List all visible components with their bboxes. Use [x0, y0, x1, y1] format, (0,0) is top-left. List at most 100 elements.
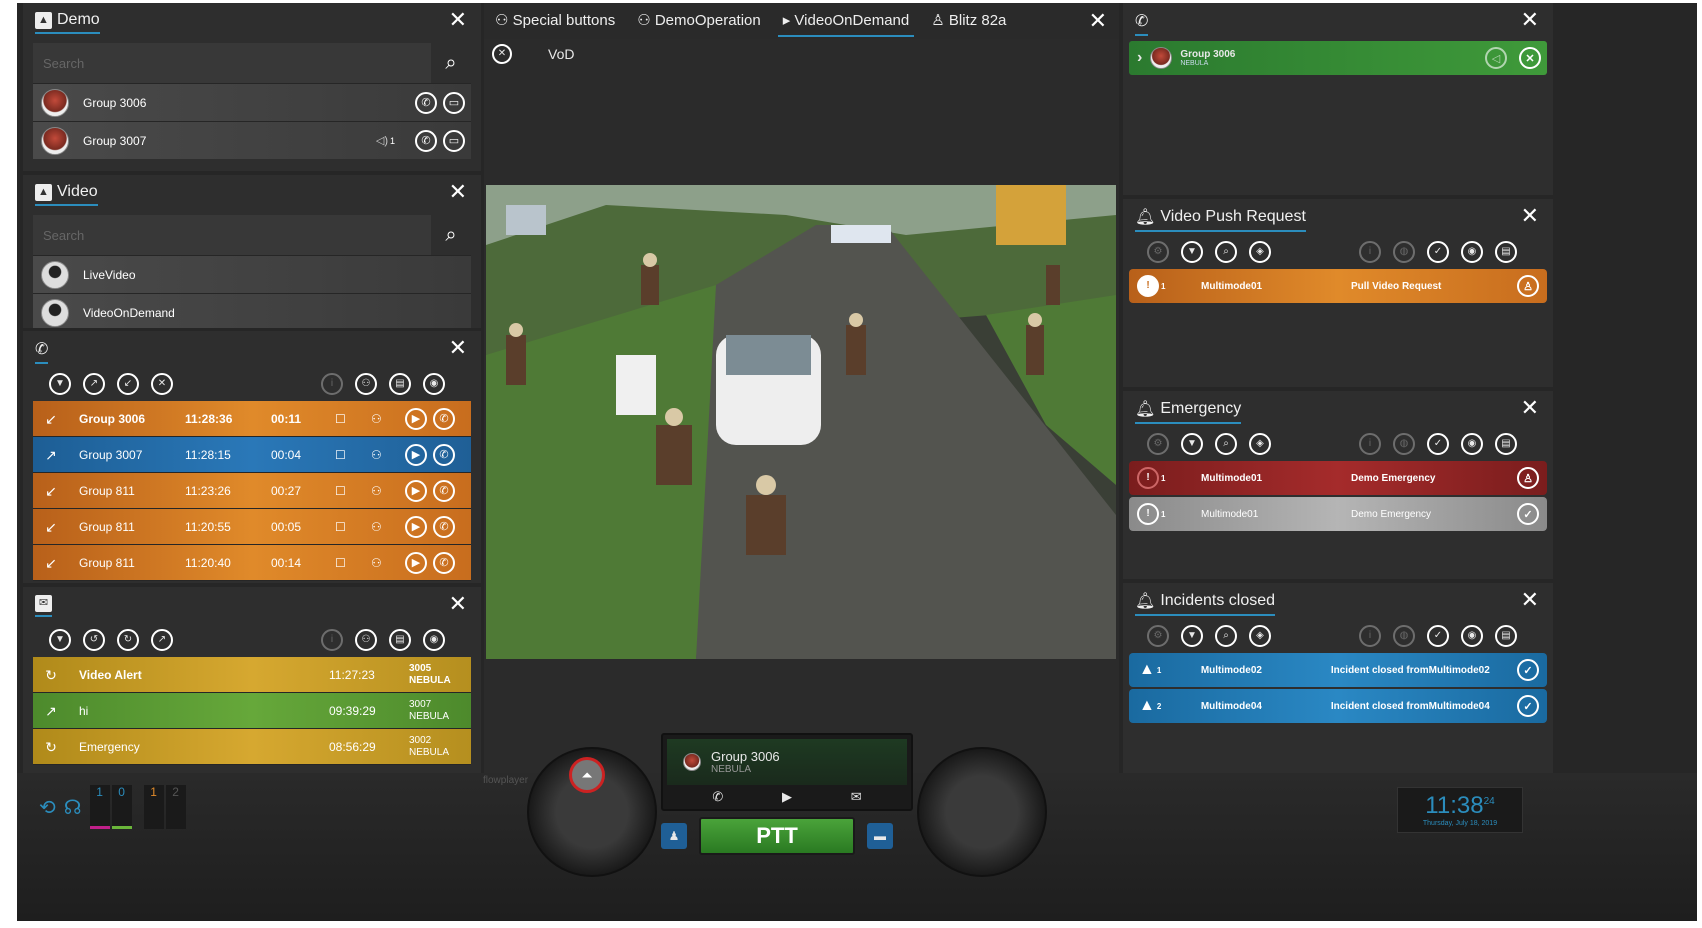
outgoing-filter-icon[interactable]: ↗: [83, 373, 105, 395]
view-icon[interactable]: ◉: [1461, 433, 1483, 455]
acknowledge-icon[interactable]: ✓: [1427, 433, 1449, 455]
tab-video-on-demand[interactable]: ▸ VideoOnDemand: [772, 3, 921, 39]
right-knob[interactable]: [917, 747, 1047, 877]
incoming-filter-icon[interactable]: ↙: [117, 373, 139, 395]
checkbox-icon[interactable]: ☐: [335, 412, 371, 426]
acknowledge-icon[interactable]: ✓: [1427, 241, 1449, 263]
mail-icon[interactable]: ✉: [851, 789, 862, 805]
archive-icon[interactable]: ▤: [1495, 625, 1517, 647]
close-circle-icon[interactable]: ✕: [492, 44, 512, 64]
phone-icon[interactable]: ✆: [712, 789, 723, 805]
search-icon[interactable]: ⌕: [1215, 625, 1237, 647]
list-item[interactable]: LiveVideo: [33, 255, 471, 293]
message-row[interactable]: ↻ Video Alert 11:27:23 3005 NEBULA: [33, 657, 471, 693]
archive-icon[interactable]: ▤: [389, 373, 411, 395]
view-icon[interactable]: ◉: [423, 629, 445, 651]
settings-icon[interactable]: ⚙: [1147, 241, 1169, 263]
chevron-right-icon[interactable]: ›: [1137, 49, 1142, 67]
search-input[interactable]: [33, 43, 419, 83]
play-icon[interactable]: ▶: [405, 407, 427, 430]
group-filter-icon[interactable]: ⚇: [355, 629, 377, 651]
video-player[interactable]: [486, 185, 1116, 659]
checkbox-icon[interactable]: ☐: [335, 484, 371, 498]
sent-filter-icon[interactable]: ↺: [83, 629, 105, 651]
alarm-icon[interactable]: ◈: [1249, 625, 1271, 647]
call-icon[interactable]: ✆: [433, 551, 455, 574]
filter-icon[interactable]: ▼: [1181, 241, 1203, 263]
volume-dial[interactable]: ⏶: [569, 757, 605, 793]
right-chat-button[interactable]: ▬: [867, 823, 893, 849]
message-row[interactable]: ↗ hi 09:39:29 3007 NEBULA: [33, 693, 471, 729]
ptt-button[interactable]: PTT: [699, 817, 855, 855]
tab-demo-operation[interactable]: ⚇ DemoOperation: [626, 3, 772, 39]
assign-icon[interactable]: ♙: [1517, 275, 1539, 297]
close-icon[interactable]: ✕: [1521, 589, 1539, 611]
acknowledge-icon[interactable]: ✓: [1517, 659, 1539, 681]
info-icon[interactable]: i: [321, 373, 343, 395]
filter-icon[interactable]: ▼: [1181, 625, 1203, 647]
lock-icon[interactable]: ◍: [1393, 433, 1415, 455]
call-row[interactable]: ↗ Group 3007 11:28:15 00:04 ☐ ⚇ ▶ ✆: [33, 437, 471, 473]
list-item[interactable]: Group 3006 ✆ ▭: [33, 83, 471, 121]
tab-blitz-82a[interactable]: ♙ Blitz 82a: [920, 3, 1017, 39]
view-icon[interactable]: ◉: [1461, 241, 1483, 263]
alarm-row[interactable]: ! 1 Multimode01 Demo Emergency ✓: [1129, 497, 1547, 531]
checkbox-icon[interactable]: ☐: [335, 520, 371, 534]
call-icon[interactable]: ✆: [433, 443, 455, 466]
play-icon[interactable]: ▶: [782, 789, 792, 805]
view-icon[interactable]: ◉: [1461, 625, 1483, 647]
alarm-icon[interactable]: ◈: [1249, 241, 1271, 263]
outgoing-filter-icon[interactable]: ↗: [151, 629, 173, 651]
filter-icon[interactable]: ▼: [49, 373, 71, 395]
info-icon[interactable]: i: [1359, 433, 1381, 455]
acknowledge-icon[interactable]: ✓: [1427, 625, 1449, 647]
message-row[interactable]: ↻ Emergency 08:56:29 3002 NEBULA: [33, 729, 471, 765]
acknowledge-icon[interactable]: ✓: [1517, 503, 1539, 525]
close-icon[interactable]: ✕: [449, 593, 467, 615]
play-icon[interactable]: ▶: [405, 443, 427, 466]
active-call-row[interactable]: › Group 3006 NEBULA ◁ ✕: [1129, 41, 1547, 75]
info-icon[interactable]: i: [321, 629, 343, 651]
close-icon[interactable]: ✕: [1521, 9, 1539, 31]
assign-icon[interactable]: ♙: [1517, 467, 1539, 489]
call-icon[interactable]: ✆: [415, 129, 437, 152]
call-row[interactable]: ↙ Group 3006 11:28:36 00:11 ☐ ⚇ ▶ ✆: [33, 401, 471, 437]
info-icon[interactable]: i: [1359, 241, 1381, 263]
call-row[interactable]: ↙ Group 811 11:20:40 00:14 ☐ ⚇ ▶ ✆: [33, 545, 471, 581]
filter-icon[interactable]: ▼: [1181, 433, 1203, 455]
headphones-icon[interactable]: ☊: [64, 795, 82, 820]
call-row[interactable]: ↙ Group 811 11:23:26 00:27 ☐ ⚇ ▶ ✆: [33, 473, 471, 509]
lock-icon[interactable]: ◍: [1393, 241, 1415, 263]
settings-icon[interactable]: ⚙: [1147, 625, 1169, 647]
received-filter-icon[interactable]: ↻: [117, 629, 139, 651]
call-icon[interactable]: ✆: [433, 515, 455, 538]
info-icon[interactable]: i: [1359, 625, 1381, 647]
search-icon[interactable]: ⌕: [431, 215, 471, 255]
group-filter-icon[interactable]: ⚇: [355, 373, 377, 395]
checkbox-icon[interactable]: ☐: [335, 448, 371, 462]
filter-icon[interactable]: ▼: [49, 629, 71, 651]
hangup-icon[interactable]: ✕: [1519, 47, 1541, 69]
archive-icon[interactable]: ▤: [1495, 433, 1517, 455]
search-icon[interactable]: ⌕: [431, 43, 471, 83]
list-item[interactable]: Group 3007 ◁) 1 ✆ ▭: [33, 121, 471, 159]
alarm-row[interactable]: ▲ 1 Multimode02 Incident closed fromMult…: [1129, 653, 1547, 687]
chat-icon[interactable]: ▭: [443, 91, 465, 114]
call-icon[interactable]: ✆: [433, 407, 455, 430]
alarm-row[interactable]: ▲ 2 Multimode04 Incident closed fromMult…: [1129, 689, 1547, 723]
search-icon[interactable]: ⌕: [1215, 241, 1237, 263]
alarm-row[interactable]: ! 1 Multimode01 Pull Video Request ♙: [1129, 269, 1547, 303]
missed-filter-icon[interactable]: ✕: [151, 373, 173, 395]
left-user-button[interactable]: ♟: [661, 823, 687, 849]
lock-icon[interactable]: ◍: [1393, 625, 1415, 647]
call-row[interactable]: ↙ Group 811 11:20:55 00:05 ☐ ⚇ ▶ ✆: [33, 509, 471, 545]
close-icon[interactable]: ✕: [1521, 397, 1539, 419]
acknowledge-icon[interactable]: ✓: [1517, 695, 1539, 717]
archive-icon[interactable]: ▤: [1495, 241, 1517, 263]
close-icon[interactable]: ✕: [1089, 10, 1107, 32]
search-input[interactable]: [33, 215, 419, 255]
headset-icon[interactable]: ⟲: [39, 795, 56, 820]
checkbox-icon[interactable]: ☐: [335, 556, 371, 570]
close-icon[interactable]: ✕: [449, 337, 467, 359]
alarm-icon[interactable]: ◈: [1249, 433, 1271, 455]
